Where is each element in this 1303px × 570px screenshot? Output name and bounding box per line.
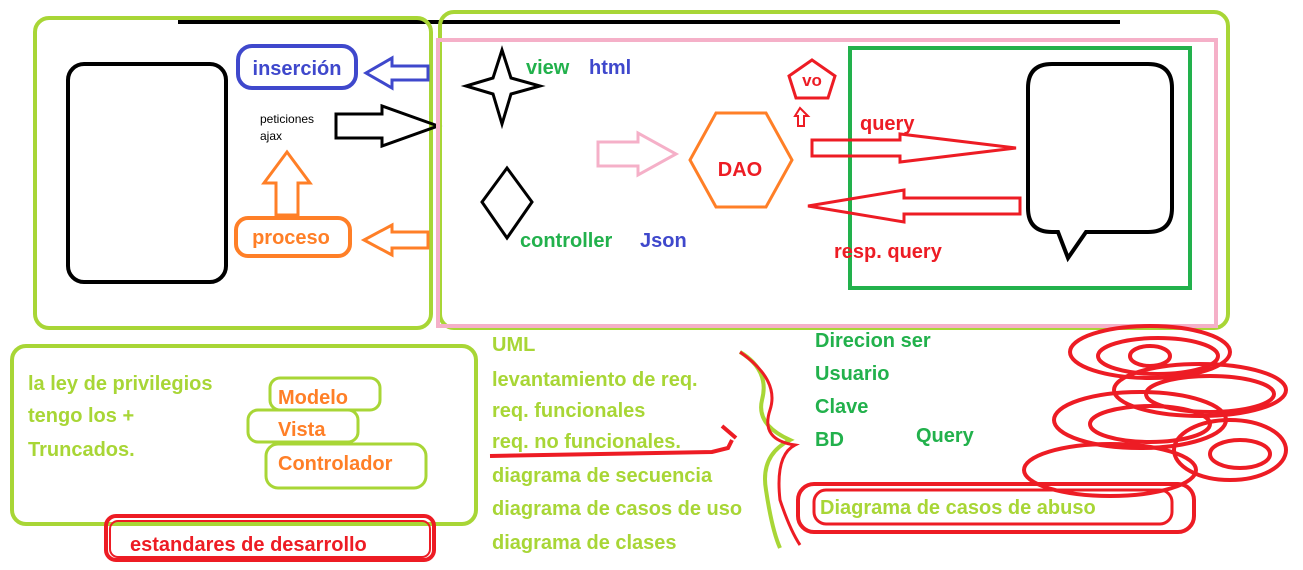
- conn-item-3: BD: [815, 429, 844, 451]
- server-inner-box: [436, 38, 1218, 328]
- vo-small-arrow-up: [793, 106, 811, 127]
- resp-query-label: resp. query: [834, 241, 943, 263]
- query-label: query: [860, 113, 915, 135]
- red-scribble: [1022, 324, 1288, 498]
- orange-arrow-up: [261, 149, 313, 217]
- uml-item-5: diagrama de casos de uso: [492, 498, 742, 520]
- peticiones-label-2: ajax: [260, 129, 282, 143]
- database-bubble: [1026, 62, 1174, 263]
- vo-label: vo: [802, 71, 822, 90]
- uml-brace: [738, 350, 795, 549]
- diagram-canvas: inserción peticiones ajax proceso view h…: [10, 10, 1288, 562]
- proceso-label: proceso: [252, 227, 330, 249]
- html-label: html: [589, 57, 631, 79]
- uml-item-0: UML: [492, 334, 535, 356]
- mvc-text-3: Truncados.: [28, 439, 135, 461]
- resp-query-arrow-left: [807, 188, 1022, 224]
- peticiones-label-1: peticiones: [260, 112, 314, 126]
- conn-item-2: Clave: [815, 396, 868, 418]
- conn-item-1: Usuario: [815, 363, 889, 385]
- pink-arrow-right: [596, 130, 680, 178]
- uml-item-3: req. no funcionales.: [492, 431, 681, 453]
- uml-item-2: req. funcionales: [492, 400, 645, 422]
- screen-device: [66, 62, 228, 284]
- mvc-text-1: la ley de privilegios: [28, 373, 213, 395]
- view-label: view: [526, 57, 570, 79]
- conn-query-label: Query: [916, 425, 975, 447]
- vista-label: Vista: [278, 419, 326, 441]
- uml-item-1: levantamiento de req.: [492, 369, 698, 391]
- uml-item-4: diagrama de secuencia: [492, 465, 713, 487]
- abuso-label: Diagrama de casos de abuso: [820, 497, 1096, 519]
- controller-diamond-icon: [480, 165, 534, 241]
- blue-arrow-left: [362, 55, 430, 91]
- estandares-label: estandares de desarrollo: [130, 534, 367, 556]
- dao-label: DAO: [718, 159, 762, 181]
- black-arrow-right: [334, 103, 443, 149]
- conn-item-0: Direcion ser: [815, 330, 931, 352]
- mvc-text-2: tengo los +: [28, 405, 134, 427]
- orange-arrow-left: [360, 222, 430, 258]
- json-label: Json: [640, 230, 687, 252]
- modelo-label: Modelo: [278, 387, 348, 409]
- insercion-label: inserción: [253, 58, 342, 80]
- controller-label: controller: [520, 230, 612, 252]
- uml-item-6: diagrama de clases: [492, 532, 677, 554]
- controlador-label: Controlador: [278, 453, 393, 475]
- query-arrow-right: [810, 132, 1017, 164]
